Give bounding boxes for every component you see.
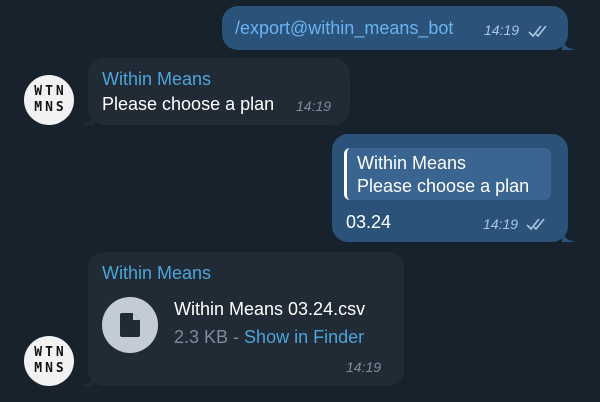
avatar-line-1: WTN xyxy=(34,345,67,360)
message-reply-0324[interactable]: Within Means Please choose a plan 03.24 … xyxy=(332,134,576,242)
double-check-icon xyxy=(526,218,545,231)
avatar-line-2: MNS xyxy=(34,100,67,115)
avatar-line-1: WTN xyxy=(34,84,67,99)
message-time: 14:19 xyxy=(346,359,382,375)
message-text: Please choose a plan xyxy=(102,94,275,114)
file-name[interactable]: Within Means 03.24.csv xyxy=(174,299,365,320)
reply-quote-sender: Within Means xyxy=(357,153,467,173)
bubble-tail xyxy=(80,372,94,386)
message-text[interactable]: /export@within_means_bot xyxy=(235,18,453,39)
file-meta: 2.3 KB - Show in Finder xyxy=(174,327,364,348)
message-time: 14:19 xyxy=(483,216,519,232)
document-icon[interactable] xyxy=(102,297,158,353)
bubble-tail xyxy=(562,228,576,242)
chat-area: /export@within_means_bot 14:19 WTN MNS W… xyxy=(0,0,600,402)
message-text: 03.24 xyxy=(346,212,392,232)
file-size: 2.3 KB xyxy=(174,327,229,347)
avatar[interactable]: WTN MNS xyxy=(24,75,74,125)
avatar-line-2: MNS xyxy=(34,361,67,376)
bubble-tail xyxy=(562,36,576,50)
message-time: 14:19 xyxy=(296,98,332,114)
message-export-command[interactable]: /export@within_means_bot 14:19 xyxy=(222,6,576,50)
sender-name[interactable]: Within Means xyxy=(102,69,211,90)
document-icon-glyph xyxy=(120,313,140,337)
message-time: 14:19 xyxy=(484,22,520,38)
message-choose-plan[interactable]: Within Means Please choose a plan 14:19 xyxy=(80,58,350,125)
reply-quote[interactable]: Within Means Please choose a plan xyxy=(344,148,551,200)
show-in-finder-link[interactable]: Show in Finder xyxy=(244,327,364,347)
bubble-tail xyxy=(80,111,94,125)
message-file[interactable]: Within Means Within Means 03.24.csv 2.3 … xyxy=(80,252,404,386)
avatar[interactable]: WTN MNS xyxy=(24,336,74,386)
reply-quote-text: Please choose a plan xyxy=(357,176,530,196)
file-meta-separator: - xyxy=(228,327,245,347)
sender-name[interactable]: Within Means xyxy=(102,263,211,284)
double-check-icon xyxy=(528,25,547,38)
